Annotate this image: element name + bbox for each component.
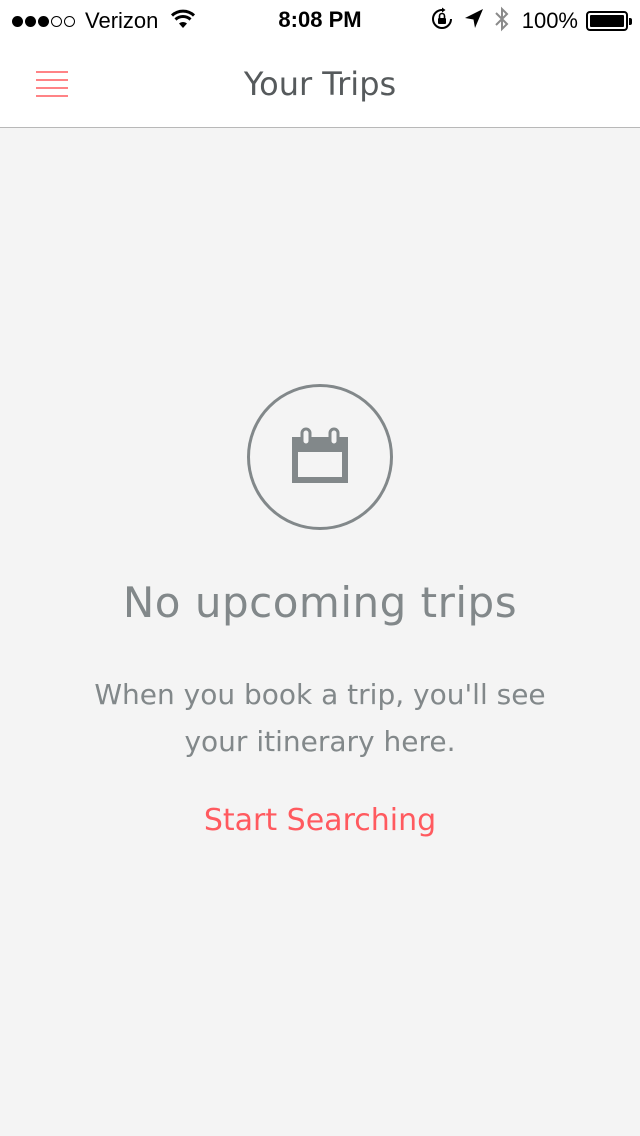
battery-icon — [586, 11, 632, 31]
trips-screen: Verizon 8:08 PM 100% Your Trips No upcom… — [0, 0, 640, 1136]
empty-state-title: No upcoming trips — [122, 578, 518, 627]
status-right: 100% — [420, 6, 632, 37]
empty-state: No upcoming trips When you book a trip, … — [0, 384, 640, 838]
battery-level — [590, 15, 624, 27]
calendar-icon — [292, 427, 348, 483]
battery-cap — [629, 18, 632, 25]
bluetooth-icon — [494, 6, 510, 37]
calendar-badge — [247, 384, 393, 530]
empty-state-message: When you book a trip, you'll see your it… — [94, 678, 546, 758]
location-arrow-icon — [464, 8, 484, 35]
battery-percentage: 100% — [521, 8, 578, 33]
orientation-lock-icon — [430, 7, 454, 36]
page-title: Your Trips — [243, 65, 397, 103]
nav-bar: Your Trips — [0, 40, 640, 128]
start-searching-link[interactable]: Start Searching — [204, 803, 436, 838]
status-bar: Verizon 8:08 PM 100% — [0, 0, 640, 40]
